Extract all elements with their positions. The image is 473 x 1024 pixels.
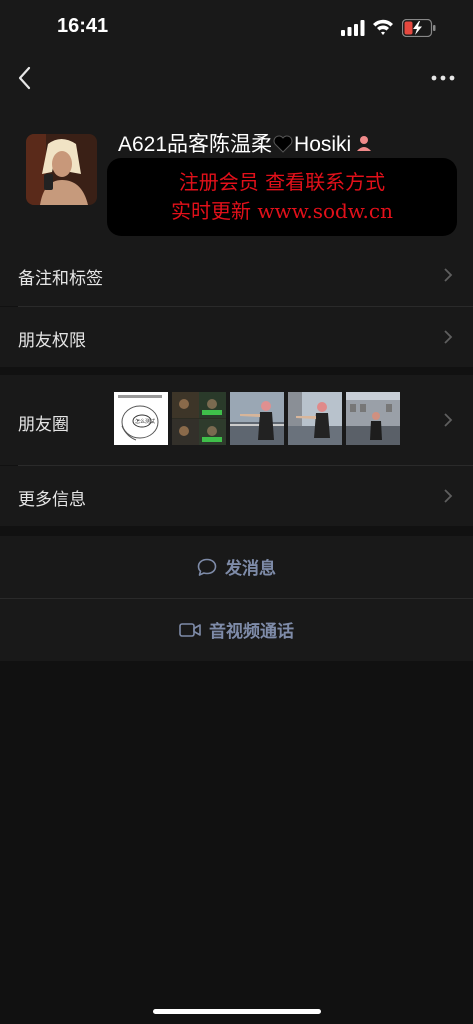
row-remarks-tags[interactable]: 备注和标签 [0, 244, 473, 306]
ellipsis-icon[interactable] [430, 66, 456, 90]
chevron-right-icon [444, 489, 453, 503]
video-call-label: 音视频通话 [209, 622, 294, 642]
row-friend-permissions[interactable]: 朋友权限 [0, 307, 473, 367]
moment-thumb-photo-2[interactable] [288, 392, 342, 445]
row-moments[interactable]: 朋友圈 怎么测试 [0, 375, 473, 465]
moment-thumb-meme[interactable] [172, 392, 226, 445]
send-message-content: 发消息 [0, 554, 473, 579]
chevron-right-icon [444, 268, 453, 282]
nickname-text: A621品客陈温柔 [118, 133, 273, 156]
chevron-right-icon [444, 330, 453, 344]
moment-thumb-caption: 怎么测试 [135, 418, 155, 425]
moment-thumb-photo-1[interactable] [230, 392, 284, 445]
status-time: 16:41 [57, 15, 109, 37]
video-call-button[interactable]: 音视频通话 [0, 599, 473, 661]
chevron-right-icon [444, 413, 453, 427]
chat-bubble-icon [197, 558, 217, 576]
moment-thumb-sketch[interactable]: 怎么测试 [114, 392, 168, 445]
nickname-suffix: Hosiki [294, 133, 352, 156]
profile-header: A621品客陈温柔 Hosiki 注册会员 查看联系方式 实时更新 www.sod… [0, 100, 473, 244]
promo-line-2: 实时更新 www.sodw.cn [171, 199, 393, 223]
nickname: A621品客陈温柔 Hosiki [118, 128, 373, 158]
row-more-info-label: 更多信息 [18, 490, 86, 510]
nav-bar [0, 56, 473, 100]
promo-line-1: 注册会员 查看联系方式 [178, 170, 386, 194]
send-message-label: 发消息 [225, 559, 276, 579]
gender-female-icon [357, 136, 372, 151]
row-moments-label: 朋友圈 [18, 415, 69, 435]
cellular-signal-icon [341, 20, 365, 36]
row-remarks-tags-label: 备注和标签 [18, 269, 103, 289]
wifi-icon [373, 19, 393, 35]
row-more-info[interactable]: 更多信息 [0, 466, 473, 526]
status-bar: 16:41 [0, 0, 473, 56]
send-message-button[interactable]: 发消息 [0, 536, 473, 598]
video-call-content: 音视频通话 [0, 617, 473, 642]
battery-charging-icon [402, 19, 436, 37]
black-heart-icon [273, 135, 293, 153]
avatar[interactable] [26, 134, 97, 205]
chevron-left-icon[interactable] [16, 64, 34, 92]
video-camera-icon [179, 622, 201, 637]
home-indicator [153, 1009, 321, 1014]
moments-thumbnails: 怎么测试 [114, 392, 400, 445]
promo-banner: 注册会员 查看联系方式 实时更新 www.sodw.cn [107, 158, 457, 236]
moment-thumb-photo-3[interactable] [346, 392, 400, 445]
row-friend-permissions-label: 朋友权限 [18, 331, 86, 351]
